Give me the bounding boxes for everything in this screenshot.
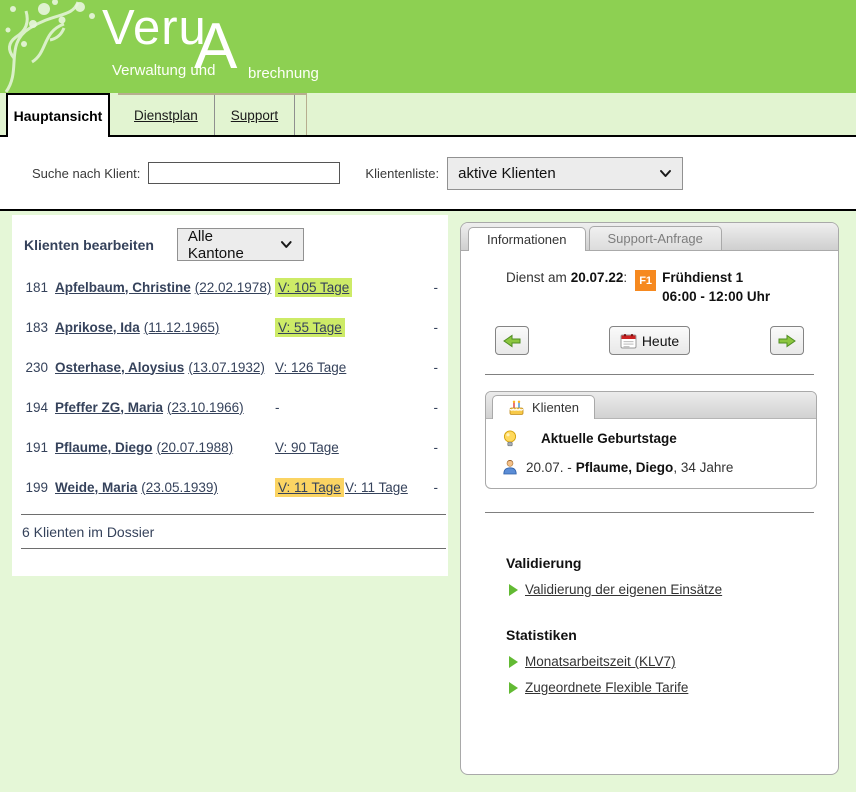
contract-days-link[interactable]: V: 11 Tage (275, 478, 344, 497)
validation-link[interactable]: Validierung der eigenen Einsätze (525, 582, 722, 597)
contract-days-empty: - (275, 400, 345, 415)
duty-label: Dienst am (506, 270, 567, 285)
tab-support-anfrage[interactable]: Support-Anfrage (589, 226, 722, 250)
person-icon (502, 459, 518, 475)
statistics-link-row: Monatsarbeitszeit (KLV7) (509, 654, 838, 669)
shift-time: 06:00 - 12:00 Uhr (662, 287, 770, 306)
statistics-link-row: Zugeordnete Flexible Tarife (509, 680, 838, 695)
client-id: 191 (12, 440, 48, 455)
clients-panel: Klienten bearbeiten Alle Kantone 181 Apf… (12, 215, 448, 576)
birthday-cake-icon (508, 400, 525, 416)
divider (485, 374, 814, 375)
tab-informationen[interactable]: Informationen (468, 227, 586, 251)
calendar-icon (620, 333, 637, 349)
monthly-worktime-link[interactable]: Monatsarbeitszeit (KLV7) (525, 654, 676, 669)
client-row: 230 Osterhase, Aloysius(13.07.1932) V: 1… (12, 347, 448, 387)
client-row: 181 Apfelbaum, Christine(22.02.1978) V: … (12, 267, 448, 307)
client-link[interactable]: Weide, Maria(23.05.1939) (55, 480, 218, 495)
birthday-entry-name: Pflaume, Diego (576, 460, 674, 475)
app-header: Veru A Verwaltung und brechnung (0, 0, 856, 93)
floral-decoration-icon (0, 0, 112, 93)
inactive-tab-group: Dienstplan Support (118, 93, 307, 135)
triangle-bullet-icon (509, 584, 518, 596)
arrow-left-icon (503, 334, 521, 348)
shift-badge: F1 (635, 270, 656, 291)
previous-day-button[interactable] (495, 326, 529, 355)
logo-subtitle-left: Verwaltung und (112, 62, 215, 79)
row-dash: - (407, 440, 448, 455)
chevron-down-icon (280, 240, 293, 249)
statistics-section-title: Statistiken (506, 627, 838, 643)
search-label: Suche nach Klient: (32, 166, 140, 181)
client-row: 199 Weide, Maria(23.05.1939) V: 11 Tage … (12, 467, 448, 507)
next-day-button[interactable] (770, 326, 804, 355)
client-row: 191 Pflaume, Diego(20.07.1988) V: 90 Tag… (12, 427, 448, 467)
client-link[interactable]: Aprikose, Ida(11.12.1965) (55, 320, 219, 335)
client-link[interactable]: Apfelbaum, Christine(22.02.1978) (55, 280, 271, 295)
validation-link-row: Validierung der eigenen Einsätze (509, 582, 838, 597)
client-link[interactable]: Pflaume, Diego(20.07.1988) (55, 440, 233, 455)
birthdays-box: Klienten Aktuelle Geburtstage 20. (485, 391, 817, 489)
birthday-entry-age: , 34 Jahre (673, 460, 733, 475)
client-row: 194 Pfeffer ZG, Maria(23.10.1966) - - (12, 387, 448, 427)
duty-date: 20.07.22 (571, 270, 624, 285)
client-search-input[interactable] (148, 162, 340, 184)
tab-bar-filler (295, 95, 307, 135)
tab-klienten[interactable]: Klienten (492, 395, 595, 419)
row-dash: - (407, 480, 448, 495)
validation-section-title: Validierung (506, 555, 838, 571)
row-dash: - (407, 280, 448, 295)
logo-text: Veru (102, 0, 207, 56)
logo-subtitle-right: brechnung (248, 65, 319, 82)
canton-select[interactable]: Alle Kantone (177, 228, 304, 261)
contract-days-link[interactable]: V: 11 Tage (345, 480, 408, 495)
search-bar: Suche nach Klient: Klientenliste: aktive… (0, 135, 856, 211)
duty-colon: : (623, 270, 627, 285)
lightbulb-icon (502, 430, 518, 447)
client-count-text: 6 Klienten im Dossier (12, 515, 448, 548)
client-id: 194 (12, 400, 48, 415)
divider (485, 512, 814, 513)
tab-dienstplan[interactable]: Dienstplan (118, 95, 215, 135)
chevron-down-icon (659, 169, 672, 178)
client-list-select[interactable]: aktive Klienten (447, 157, 683, 190)
client-list-label: Klientenliste: (365, 166, 439, 181)
triangle-bullet-icon (509, 682, 518, 694)
flexible-tariffs-link[interactable]: Zugeordnete Flexible Tarife (525, 680, 688, 695)
contract-days-link[interactable]: V: 126 Tage (275, 360, 346, 375)
tab-support[interactable]: Support (215, 95, 295, 135)
info-panel: Informationen Support-Anfrage Dienst am 2… (460, 222, 839, 775)
birthdays-box-header: Klienten (486, 392, 816, 419)
info-tab-bar: Informationen Support-Anfrage (461, 223, 838, 251)
client-id: 230 (12, 360, 48, 375)
row-dash: - (407, 320, 448, 335)
client-id: 181 (12, 280, 48, 295)
client-row: 183 Aprikose, Ida(11.12.1965) V: 55 Tage… (12, 307, 448, 347)
arrow-right-icon (778, 334, 796, 348)
contract-days-link[interactable]: V: 55 Tage (275, 318, 345, 337)
today-button[interactable]: Heute (609, 326, 690, 355)
row-dash: - (407, 400, 448, 415)
tab-hauptansicht[interactable]: Hauptansicht (6, 93, 110, 137)
shift-name: Frühdienst 1 (662, 268, 770, 287)
contract-days-link[interactable]: V: 90 Tage (275, 440, 339, 455)
client-id: 199 (12, 480, 48, 495)
date-navigation: Heute (495, 326, 804, 355)
row-dash: - (407, 360, 448, 375)
client-link[interactable]: Osterhase, Aloysius(13.07.1932) (55, 360, 265, 375)
birthday-entry-date: 20.07. - (526, 460, 572, 475)
duty-info: Dienst am 20.07.22: F1 Frühdienst 1 06:00… (506, 268, 838, 306)
client-link[interactable]: Pfeffer ZG, Maria(23.10.1966) (55, 400, 244, 415)
triangle-bullet-icon (509, 656, 518, 668)
divider (21, 548, 446, 549)
main-tab-bar: Hauptansicht Dienstplan Support (0, 93, 856, 135)
birthdays-title: Aktuelle Geburtstage (541, 431, 677, 446)
contract-days-link[interactable]: V: 105 Tage (275, 278, 352, 297)
client-id: 183 (12, 320, 48, 335)
clients-panel-title: Klienten bearbeiten (24, 237, 154, 253)
